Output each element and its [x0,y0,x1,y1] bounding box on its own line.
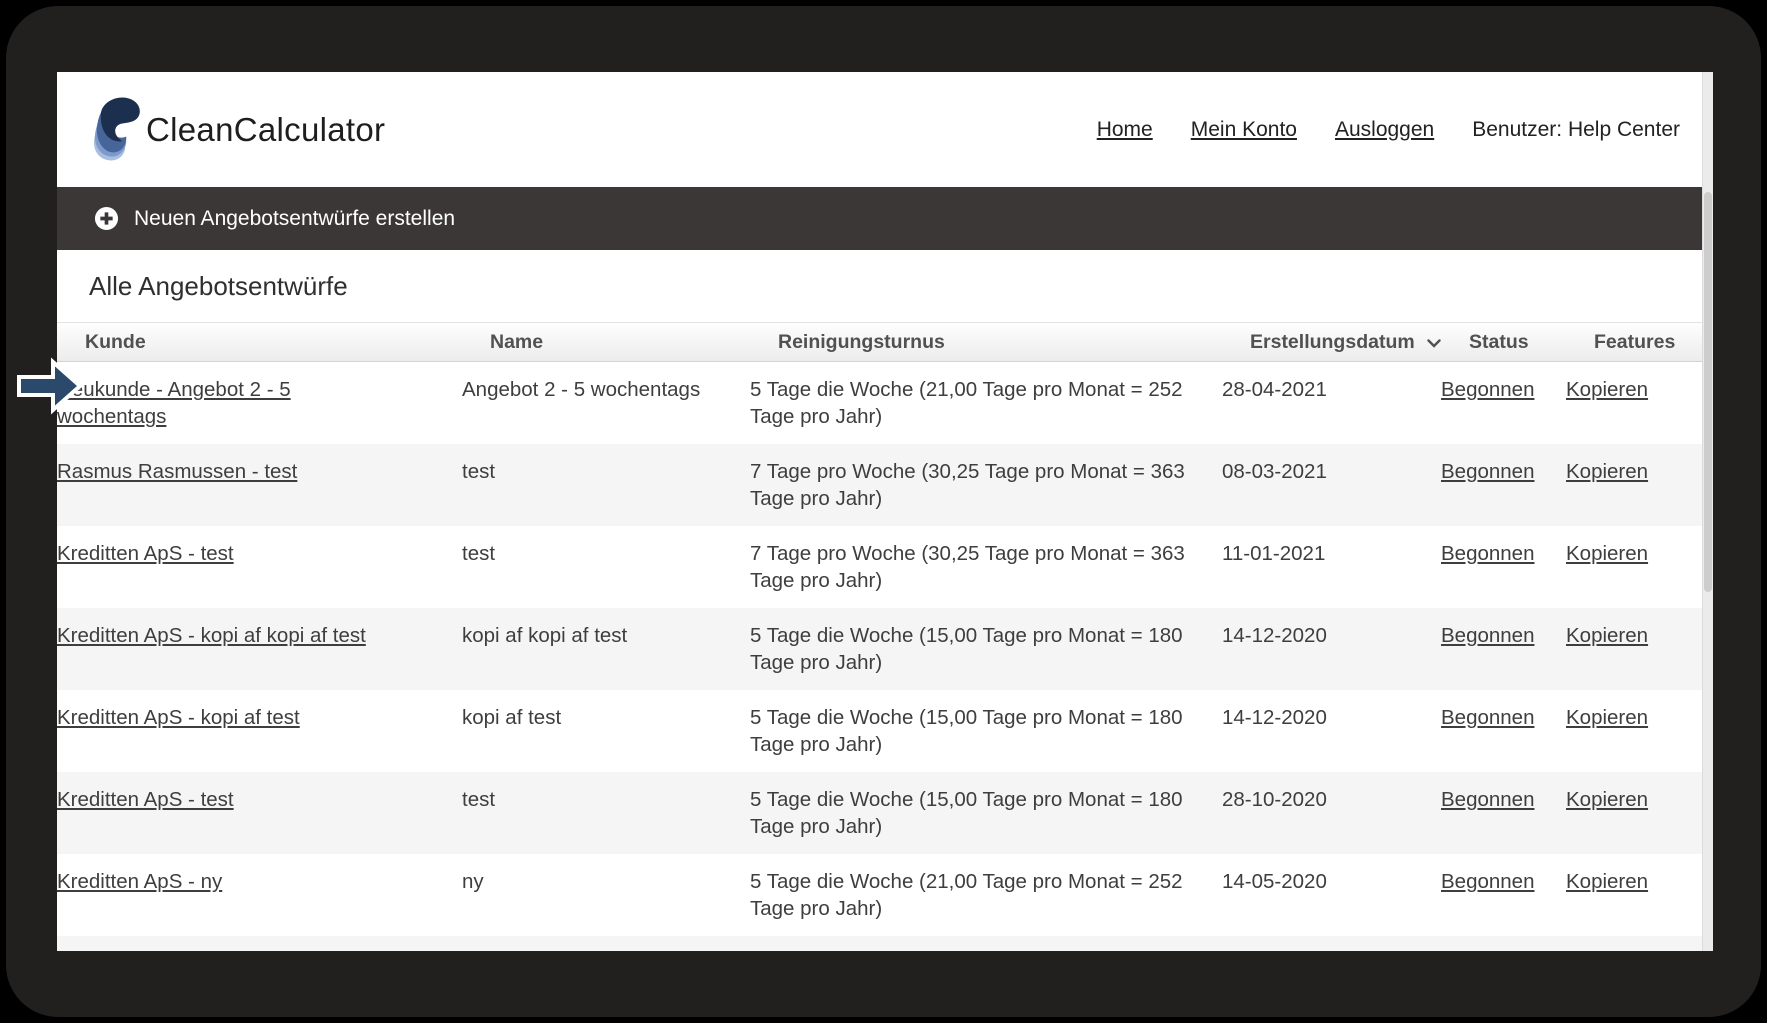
erstellungsdatum-cell: 14-05-2020 [1222,868,1441,922]
table-row: Kreditten ApS - test test 5 Tage die Woc… [57,772,1702,854]
name-cell: test [462,540,750,594]
table-row: Kreditten ApS - test test 7 Tage pro Woc… [57,526,1702,608]
name-cell: Angebot 2 - 5 wochentags [462,376,750,430]
arrow-right-pointer [16,357,84,420]
kunde-link[interactable]: Neukunde - Angebot 2 - 5 wochentags [57,378,291,428]
nav-link-home[interactable]: Home [1097,118,1153,142]
kopieren-link[interactable]: Kopieren [1566,542,1648,565]
kunde-link[interactable]: Kreditten ApS - test [57,788,234,811]
user-label: Benutzer: Help Center [1472,118,1680,142]
top-header: CleanCalculator Home Mein Konto Auslogge… [57,72,1702,187]
kopieren-link[interactable]: Kopieren [1566,870,1648,893]
kopieren-link[interactable]: Kopieren [1566,706,1648,729]
table-row: Neukunde - Angebot 2 - 5 wochentags Ange… [57,362,1702,444]
table-row: Kreditten ApS - ny ny 5 Tage die Woche (… [57,854,1702,936]
name-cell: test [462,458,750,512]
table-body: Neukunde - Angebot 2 - 5 wochentags Ange… [57,362,1702,936]
brand-logo[interactable]: CleanCalculator [87,96,385,164]
nav-link-mein-konto[interactable]: Mein Konto [1191,118,1297,142]
kopieren-link[interactable]: Kopieren [1566,460,1648,483]
column-header-name: Name [490,331,778,354]
table-row: Kreditten ApS - kopi af kopi af test kop… [57,608,1702,690]
status-link[interactable]: Begonnen [1441,870,1534,893]
create-draft-label: Neuen Angebotsentwürfe erstellen [134,207,455,231]
chevron-down-icon [1427,331,1441,354]
status-link[interactable]: Begonnen [1441,788,1534,811]
column-header-erstellungsdatum[interactable]: Erstellungsdatum [1250,331,1469,354]
kopieren-link[interactable]: Kopieren [1566,378,1648,401]
browser-page: CleanCalculator Home Mein Konto Auslogge… [57,72,1713,951]
erstellungsdatum-cell: 28-10-2020 [1222,786,1441,840]
scrollbar-thumb[interactable] [1704,192,1712,592]
erstellungsdatum-cell: 28-04-2021 [1222,376,1441,430]
kopieren-link[interactable]: Kopieren [1566,788,1648,811]
name-cell: kopi af kopi af test [462,622,750,676]
reinigungsturnus-cell: 5 Tage die Woche (15,00 Tage pro Monat =… [750,786,1222,840]
status-link[interactable]: Begonnen [1441,460,1534,483]
status-link[interactable]: Begonnen [1441,624,1534,647]
table-header: Kunde Name Reinigungsturnus Erstellungsd… [57,322,1702,362]
name-cell: kopi af test [462,704,750,758]
erstellungsdatum-cell: 14-12-2020 [1222,622,1441,676]
reinigungsturnus-cell: 5 Tage die Woche (15,00 Tage pro Monat =… [750,704,1222,758]
reinigungsturnus-cell: 7 Tage pro Woche (30,25 Tage pro Monat =… [750,458,1222,512]
create-draft-button[interactable]: Neuen Angebotsentwürfe erstellen [57,187,1702,250]
status-link[interactable]: Begonnen [1441,378,1534,401]
column-header-kunde: Kunde [85,331,490,354]
main-nav: Home Mein Konto Ausloggen Benutzer: Help… [1097,118,1680,142]
brand-name: CleanCalculator [146,111,385,149]
erstellungsdatum-cell: 08-03-2021 [1222,458,1441,512]
kunde-link[interactable]: Kreditten ApS - kopi af kopi af test [57,624,366,647]
kunde-link[interactable]: Rasmus Rasmussen - test [57,460,297,483]
kopieren-link[interactable]: Kopieren [1566,624,1648,647]
scrollbar-track[interactable] [1702,72,1713,951]
reinigungsturnus-cell: 7 Tage pro Woche (30,25 Tage pro Monat =… [750,540,1222,594]
page-content: CleanCalculator Home Mein Konto Auslogge… [57,72,1702,951]
kunde-link[interactable]: Kreditten ApS - kopi af test [57,706,300,729]
name-cell: ny [462,868,750,922]
column-header-features: Features [1594,331,1702,354]
column-header-status: Status [1469,331,1594,354]
kunde-link[interactable]: Kreditten ApS - test [57,542,234,565]
nav-link-ausloggen[interactable]: Ausloggen [1335,118,1434,142]
wave-logo-icon [87,96,143,164]
page-title: Alle Angebotsentwürfe [57,250,1702,322]
reinigungsturnus-cell: 5 Tage die Woche (15,00 Tage pro Monat =… [750,622,1222,676]
partial-next-row [57,936,1702,951]
reinigungsturnus-cell: 5 Tage die Woche (21,00 Tage pro Monat =… [750,868,1222,922]
reinigungsturnus-cell: 5 Tage die Woche (21,00 Tage pro Monat =… [750,376,1222,430]
column-header-reinigungsturnus: Reinigungsturnus [778,331,1250,354]
status-link[interactable]: Begonnen [1441,542,1534,565]
kunde-link[interactable]: Kreditten ApS - ny [57,870,222,893]
name-cell: test [462,786,750,840]
table-row: Rasmus Rasmussen - test test 7 Tage pro … [57,444,1702,526]
erstellungsdatum-cell: 11-01-2021 [1222,540,1441,594]
status-link[interactable]: Begonnen [1441,706,1534,729]
plus-circle-icon [94,206,119,231]
erstellungsdatum-cell: 14-12-2020 [1222,704,1441,758]
table-row: Kreditten ApS - kopi af test kopi af tes… [57,690,1702,772]
